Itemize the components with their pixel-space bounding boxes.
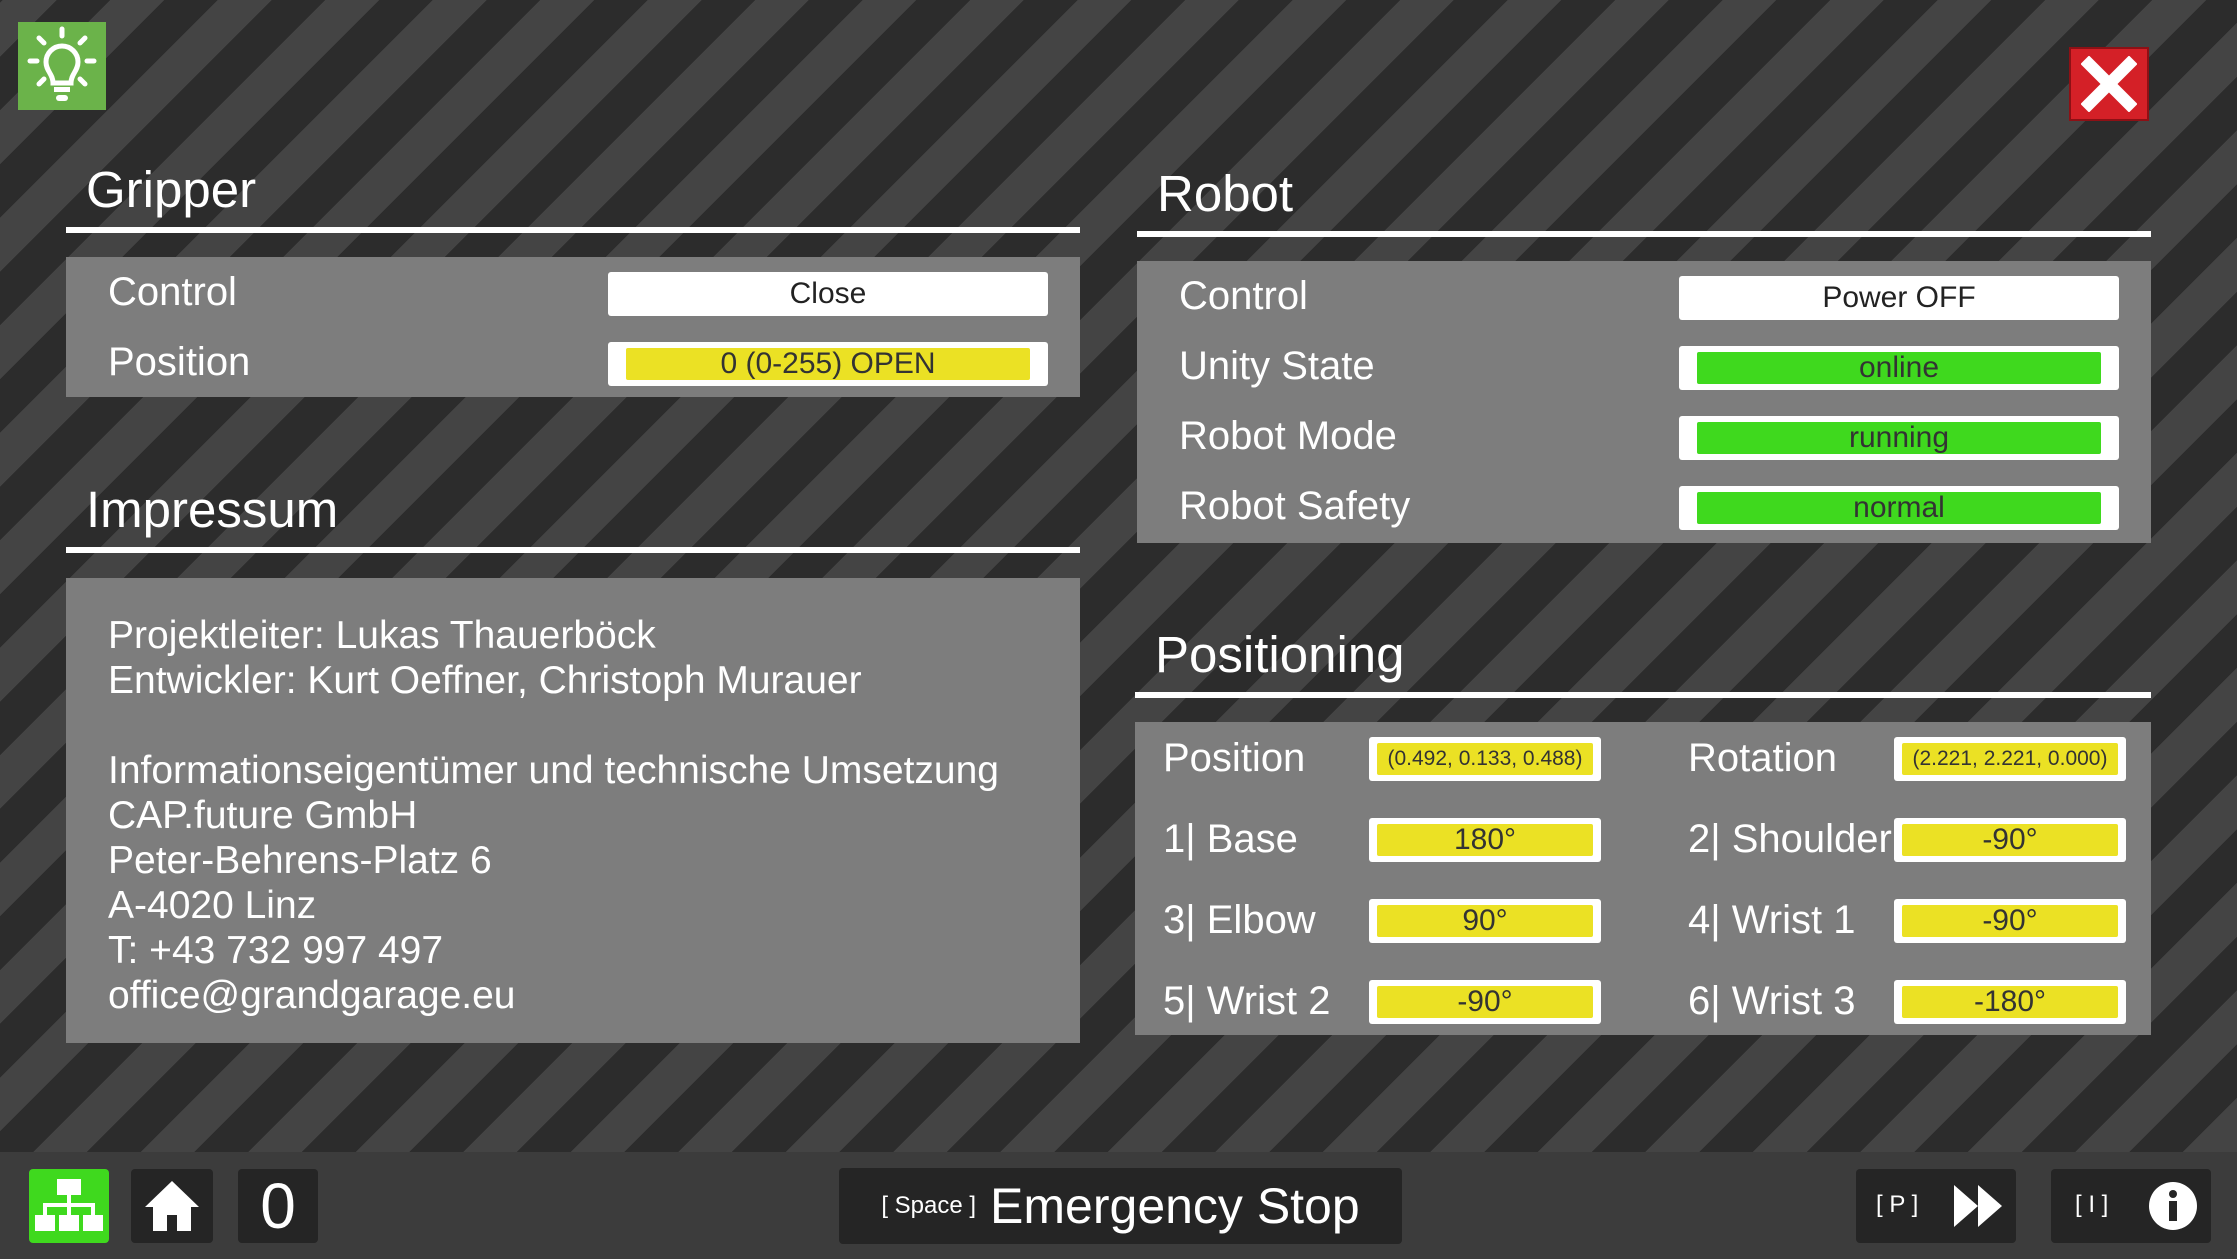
position-label: Position [1163, 736, 1306, 780]
emergency-key-hint: [ Space ] [881, 1192, 977, 1219]
robot-safety-field: normal [1679, 486, 2119, 530]
joint-base-field: 180° [1369, 818, 1601, 862]
emergency-stop-button[interactable]: [ Space ] Emergency Stop [839, 1168, 1402, 1244]
joint-shoulder-label: 2| Shoulder [1688, 817, 1892, 861]
joint-wrist3-field: -180° [1894, 980, 2126, 1024]
unity-state-field: online [1679, 346, 2119, 390]
unity-state-label: Unity State [1179, 344, 1375, 388]
robot-control-value: Power OFF [1822, 281, 1976, 314]
close-x-icon [2081, 56, 2137, 112]
counter-display: 0 [238, 1169, 318, 1243]
impressum-text: Projektleiter: Lukas Thauerböck Entwickl… [108, 613, 1068, 1018]
gripper-position-field: 0 (0-255) OPEN [608, 342, 1048, 386]
impressum-line: CAP.future GmbH [108, 794, 418, 837]
positioning-panel: Position (0.492, 0.133, 0.488) Rotation … [1135, 722, 2151, 1035]
robot-power-button[interactable]: Power OFF [1679, 276, 2119, 320]
impressum-panel: Projektleiter: Lukas Thauerböck Entwickl… [66, 578, 1080, 1043]
robot-mode-value: running [1697, 421, 2101, 454]
joint-base-label: 1| Base [1163, 817, 1298, 861]
unity-state-value: online [1697, 351, 2101, 384]
gripper-control-label: Control [108, 270, 237, 314]
home-icon [145, 1181, 199, 1231]
joint-base-value: 180° [1377, 823, 1593, 856]
emergency-stop-label: Emergency Stop [990, 1178, 1360, 1234]
joint-shoulder-value: -90° [1902, 823, 2118, 856]
joint-wrist1-label: 4| Wrist 1 [1688, 898, 1856, 942]
robot-divider [1137, 231, 2151, 237]
joint-wrist1-value: -90° [1902, 904, 2118, 937]
counter-value: 0 [260, 1170, 296, 1242]
impressum-line: office@grandgarage.eu [108, 974, 516, 1017]
info-key-hint: [ I ] [2075, 1191, 2109, 1218]
impressum-line: Entwickler: Kurt Oeffner, Christoph Mura… [108, 659, 862, 702]
robot-mode-field: running [1679, 416, 2119, 460]
sitemap-icon [35, 1179, 103, 1231]
joint-wrist1-field: -90° [1894, 899, 2126, 943]
joint-elbow-field: 90° [1369, 899, 1601, 943]
impressum-line: Peter-Behrens-Platz 6 [108, 839, 492, 882]
impressum-line: T: +43 732 997 497 [108, 929, 444, 972]
info-icon [2149, 1182, 2197, 1230]
rotation-value: (2.221, 2.221, 0.000) [1902, 743, 2118, 775]
robot-title: Robot [1157, 165, 1294, 222]
bottom-toolbar: 0 [ Space ] Emergency Stop [ P ] [ I ] [0, 1152, 2237, 1259]
info-button[interactable]: [ I ] [2051, 1169, 2211, 1243]
hierarchy-button[interactable] [29, 1169, 109, 1243]
gripper-divider [66, 227, 1080, 233]
joint-wrist2-label: 5| Wrist 2 [1163, 979, 1331, 1023]
close-button[interactable] [2069, 47, 2149, 121]
robot-panel: Control Power OFF Unity State online Rob… [1137, 261, 2151, 543]
impressum-line: Projektleiter: Lukas Thauerböck [108, 614, 656, 657]
joint-wrist2-value: -90° [1377, 985, 1593, 1018]
gripper-position-value: 0 (0-255) OPEN [626, 347, 1030, 380]
positioning-title: Positioning [1155, 626, 1405, 683]
home-button[interactable] [131, 1169, 213, 1243]
robot-safety-value: normal [1697, 491, 2101, 524]
fast-forward-icon [1954, 1185, 2002, 1227]
joint-elbow-value: 90° [1377, 904, 1593, 937]
hint-button[interactable] [18, 22, 106, 110]
position-value: (0.492, 0.133, 0.488) [1377, 743, 1593, 775]
impressum-divider [66, 547, 1080, 553]
impressum-title: Impressum [86, 481, 339, 538]
lightbulb-icon [27, 26, 97, 101]
impressum-line: Informationseigentümer und technische Um… [108, 749, 999, 792]
gripper-control-button[interactable]: Close [608, 272, 1048, 316]
robot-safety-label: Robot Safety [1179, 484, 1411, 528]
gripper-title: Gripper [86, 161, 257, 218]
positioning-divider [1135, 692, 2151, 698]
gripper-panel: Control Close Position 0 (0-255) OPEN [66, 257, 1080, 397]
joint-wrist2-field: -90° [1369, 980, 1601, 1024]
joint-shoulder-field: -90° [1894, 818, 2126, 862]
position-field: (0.492, 0.133, 0.488) [1369, 737, 1601, 781]
play-button[interactable]: [ P ] [1856, 1169, 2016, 1243]
joint-elbow-label: 3| Elbow [1163, 898, 1316, 942]
impressum-line [108, 703, 1068, 748]
impressum-line: A-4020 Linz [108, 884, 317, 927]
play-key-hint: [ P ] [1876, 1191, 1919, 1218]
gripper-control-value: Close [789, 277, 867, 310]
robot-mode-label: Robot Mode [1179, 414, 1397, 458]
robot-control-label: Control [1179, 274, 1308, 318]
rotation-label: Rotation [1688, 736, 1837, 780]
joint-wrist3-label: 6| Wrist 3 [1688, 979, 1856, 1023]
rotation-field: (2.221, 2.221, 0.000) [1894, 737, 2126, 781]
joint-wrist3-value: -180° [1902, 985, 2118, 1018]
gripper-position-label: Position [108, 340, 251, 384]
